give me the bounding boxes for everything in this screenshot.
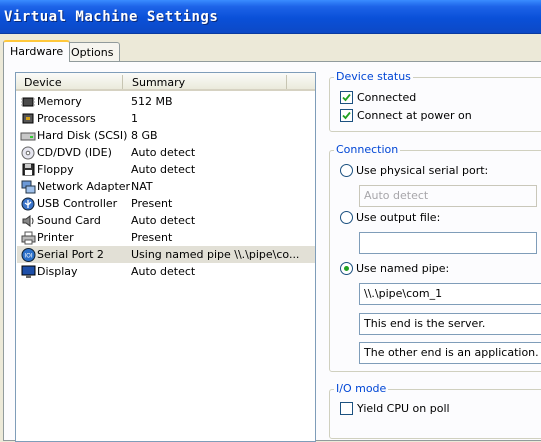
device-name: Printer: [37, 231, 74, 244]
device-row-floppy[interactable]: Floppy Auto detect: [17, 161, 315, 178]
use-named-pipe-label[interactable]: Use named pipe:: [356, 262, 449, 275]
printer-icon: [20, 230, 36, 245]
other-end-select[interactable]: The other end is an application.: [359, 342, 541, 364]
device-list-header: Device Summary: [16, 73, 315, 91]
connection-title: Connection: [334, 143, 401, 156]
device-summary: Using named pipe \\.\pipe\co...: [131, 248, 300, 261]
column-header-device[interactable]: Device: [24, 76, 62, 89]
device-name: Display: [37, 265, 78, 278]
output-file-input[interactable]: [359, 232, 537, 254]
device-name: Memory: [37, 95, 82, 108]
io-mode-group: I/O mode Yield CPU on poll: [329, 382, 541, 439]
sound-card-icon: [20, 213, 36, 228]
processor-icon: [20, 111, 36, 126]
floppy-icon: [20, 162, 36, 177]
device-name: Floppy: [37, 163, 74, 176]
tab-options[interactable]: Options: [64, 42, 121, 62]
use-physical-serial-port-label[interactable]: Use physical serial port:: [356, 164, 488, 177]
window-title-bar[interactable]: Virtual Machine Settings: [0, 0, 541, 34]
connect-at-power-on-label[interactable]: Connect at power on: [357, 109, 472, 122]
network-adapter-icon: [20, 179, 36, 194]
device-row-sound-card[interactable]: Sound Card Auto detect: [17, 212, 315, 229]
device-row-network-adapter[interactable]: Network Adapter NAT: [17, 178, 315, 195]
device-name: USB Controller: [37, 197, 118, 210]
device-status-group: Device status Connected Connect at power…: [329, 70, 541, 132]
this-end-select[interactable]: This end is the server.: [359, 313, 541, 335]
named-pipe-input[interactable]: \\.\pipe\com_1: [359, 283, 541, 305]
device-summary: 512 MB: [131, 95, 173, 108]
device-summary: Present: [131, 197, 173, 210]
tab-hardware[interactable]: Hardware: [3, 40, 71, 62]
yield-cpu-checkbox[interactable]: [340, 402, 353, 415]
device-summary: Present: [131, 231, 173, 244]
device-row-usb-controller[interactable]: USB Controller Present: [17, 195, 315, 212]
device-summary: Auto detect: [131, 265, 196, 278]
use-output-file-label[interactable]: Use output file:: [356, 211, 440, 224]
window-title: Virtual Machine Settings: [4, 9, 219, 25]
device-summary: Auto detect: [131, 163, 196, 176]
device-name: Serial Port 2: [37, 248, 104, 261]
device-name: Processors: [37, 112, 96, 125]
device-summary: 1: [131, 112, 138, 125]
memory-icon: [20, 94, 36, 109]
device-name: CD/DVD (IDE): [37, 146, 112, 159]
device-row-display[interactable]: Display Auto detect: [17, 263, 315, 280]
device-row-printer[interactable]: Printer Present: [17, 229, 315, 246]
connected-checkbox[interactable]: [340, 91, 353, 104]
physical-serial-port-select[interactable]: Auto detect: [359, 185, 537, 207]
svg-text:IOI: IOI: [24, 252, 32, 259]
device-row-memory[interactable]: Memory 512 MB: [17, 93, 315, 110]
device-name: Hard Disk (SCSI): [37, 129, 128, 142]
device-row-processors[interactable]: Processors 1: [17, 110, 315, 127]
cd-dvd-icon: [20, 145, 36, 160]
serial-port-icon: IOI: [20, 247, 36, 262]
device-row-serial-port-2[interactable]: IOI Serial Port 2 Using named pipe \\.\p…: [17, 246, 315, 263]
connection-group: Connection Use physical serial port: Aut…: [329, 143, 541, 372]
device-status-title: Device status: [334, 70, 413, 83]
device-row-hard-disk[interactable]: Hard Disk (SCSI) 8 GB: [17, 127, 315, 144]
usb-icon: [20, 196, 36, 211]
device-summary: 8 GB: [131, 129, 158, 142]
device-row-cd-dvd[interactable]: CD/DVD (IDE) Auto detect: [17, 144, 315, 161]
device-summary: Auto detect: [131, 214, 196, 227]
use-named-pipe-radio[interactable]: [340, 262, 353, 275]
use-physical-serial-port-radio[interactable]: [340, 164, 353, 177]
use-output-file-radio[interactable]: [340, 211, 353, 224]
column-header-summary[interactable]: Summary: [132, 76, 185, 89]
yield-cpu-label[interactable]: Yield CPU on poll: [357, 402, 450, 415]
device-name: Sound Card: [37, 214, 101, 227]
connect-at-power-on-checkbox[interactable]: [340, 109, 353, 122]
device-list[interactable]: Device Summary Memory 512 MB Processors …: [15, 72, 316, 442]
connected-label[interactable]: Connected: [357, 91, 416, 104]
device-name: Network Adapter: [37, 180, 131, 193]
display-icon: [20, 264, 36, 279]
device-summary: Auto detect: [131, 146, 196, 159]
hard-disk-icon: [20, 128, 36, 143]
io-mode-title: I/O mode: [334, 382, 389, 395]
device-summary: NAT: [131, 180, 153, 193]
